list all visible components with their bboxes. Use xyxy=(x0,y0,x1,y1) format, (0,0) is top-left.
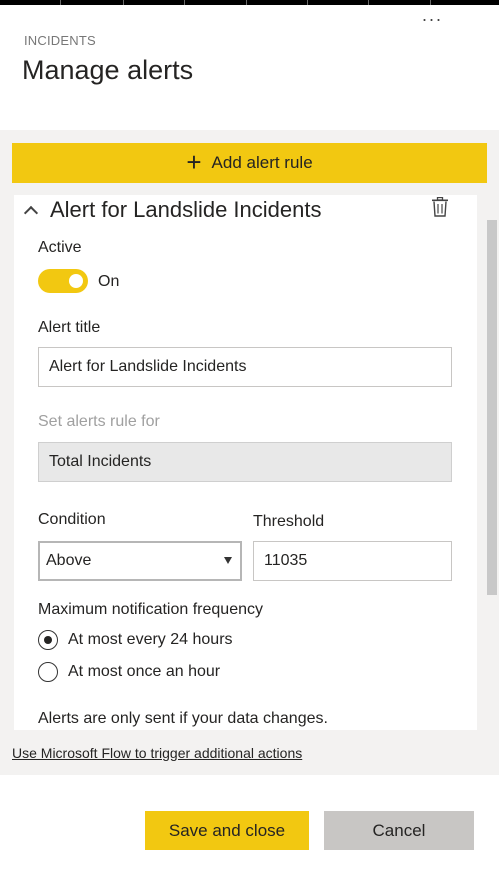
alert-title-label: Alert title xyxy=(38,319,101,336)
active-toggle[interactable] xyxy=(38,269,88,293)
toggle-state-label: On xyxy=(98,273,120,290)
condition-label: Condition xyxy=(38,511,106,528)
more-options-icon[interactable]: ··· xyxy=(418,10,446,32)
add-alert-rule-label: Add alert rule xyxy=(211,153,313,172)
top-edge-divider xyxy=(60,0,61,5)
radio-every-24-hours[interactable]: At most every 24 hours xyxy=(38,630,233,650)
page-kicker: INCIDENTS xyxy=(24,33,96,48)
active-label: Active xyxy=(38,239,82,256)
dropdown-arrow-icon xyxy=(224,557,232,564)
top-edge-divider xyxy=(430,0,431,5)
chevron-up-icon[interactable] xyxy=(24,204,36,216)
radio-once-an-hour[interactable]: At most once an hour xyxy=(38,662,220,682)
alert-title-input[interactable]: Alert for Landslide Incidents xyxy=(38,347,452,387)
page-title: Manage alerts xyxy=(22,55,194,85)
frequency-label: Maximum notification frequency xyxy=(38,601,263,618)
radio-label: At most every 24 hours xyxy=(68,631,233,648)
scrollbar-thumb[interactable] xyxy=(487,220,497,595)
top-edge-divider xyxy=(184,0,185,5)
microsoft-flow-link[interactable]: Use Microsoft Flow to trigger additional… xyxy=(12,745,302,761)
top-edge-divider xyxy=(368,0,369,5)
radio-selected-icon[interactable] xyxy=(38,630,58,650)
threshold-label: Threshold xyxy=(253,513,325,530)
top-edge-bar xyxy=(0,0,499,5)
alert-rule-header[interactable]: Alert for Landslide Incidents xyxy=(24,196,322,224)
measure-field: Total Incidents xyxy=(38,442,452,482)
top-edge-divider xyxy=(307,0,308,5)
toggle-knob xyxy=(69,274,83,288)
condition-value: Above xyxy=(46,552,92,569)
radio-unselected-icon[interactable] xyxy=(38,662,58,682)
cancel-button[interactable]: Cancel xyxy=(324,811,474,850)
trash-icon[interactable] xyxy=(431,197,449,217)
radio-label: At most once an hour xyxy=(68,663,221,680)
save-and-close-button[interactable]: Save and close xyxy=(145,811,309,850)
top-edge-divider xyxy=(246,0,247,5)
alert-rule-title: Alert for Landslide Incidents xyxy=(50,197,322,222)
condition-select[interactable]: Above xyxy=(38,541,242,581)
top-edge-divider xyxy=(123,0,124,5)
plus-icon: + xyxy=(186,147,202,177)
alerts-info-note: Alerts are only sent if your data change… xyxy=(38,710,328,727)
set-rule-label: Set alerts rule for xyxy=(38,413,160,430)
add-alert-rule-button[interactable]: + Add alert rule xyxy=(12,143,487,183)
threshold-input[interactable]: 11035 xyxy=(253,541,452,581)
